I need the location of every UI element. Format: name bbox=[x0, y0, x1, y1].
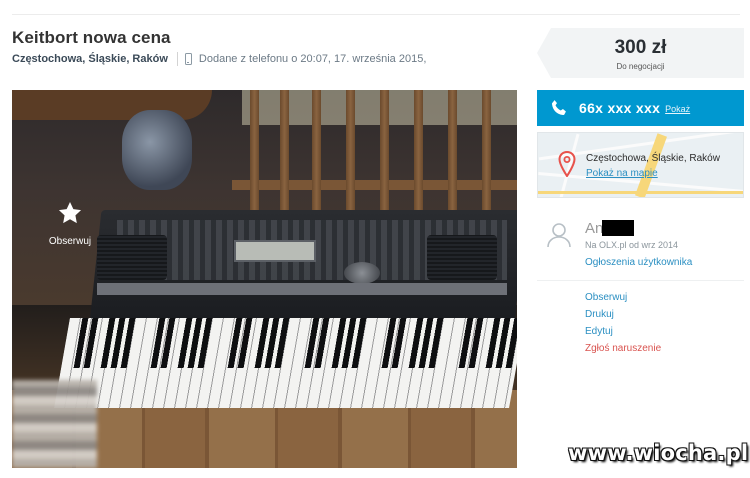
seller-ads-link[interactable]: Ogłoszenia użytkownika bbox=[585, 257, 692, 268]
mobile-phone-icon bbox=[184, 53, 192, 65]
name-redaction bbox=[602, 220, 634, 236]
listing-actions: Obserwuj Drukuj Edytuj Zgłoś naruszenie bbox=[585, 292, 661, 360]
edit-link[interactable]: Edytuj bbox=[585, 326, 661, 337]
price-box: 300 zł Do negocjacji bbox=[537, 28, 744, 78]
print-link[interactable]: Drukuj bbox=[585, 309, 661, 320]
map-preview[interactable]: Częstochowa, Śląskie, Raków Pokaż na map… bbox=[537, 132, 744, 198]
listing-photo[interactable]: Obserwuj bbox=[12, 90, 517, 468]
price: 300 zł bbox=[614, 37, 667, 58]
observe-label: Obserwuj bbox=[48, 236, 92, 247]
listing-location: Częstochowa, Śląskie, Raków bbox=[12, 53, 168, 65]
show-phone-button[interactable]: 66x xxx xxx Pokaż bbox=[537, 90, 744, 126]
sidebar-divider bbox=[537, 280, 744, 281]
seller-since: Na OLX.pl od wrz 2014 bbox=[585, 240, 679, 250]
price-negotiable: Do negocjacji bbox=[616, 62, 665, 71]
keyboard-display bbox=[234, 240, 316, 262]
watermark: www.wiocha.pl bbox=[568, 441, 749, 465]
show-on-map-link[interactable]: Pokaż na mapie bbox=[586, 168, 720, 179]
phone-number: 66x xxx xxx bbox=[579, 100, 661, 116]
listing-title: Keitbort nowa cena bbox=[12, 28, 171, 47]
location-pin-icon bbox=[558, 151, 576, 177]
star-icon bbox=[58, 201, 82, 224]
report-link[interactable]: Zgłoś naruszenie bbox=[585, 343, 661, 354]
observe-button[interactable]: Obserwuj bbox=[42, 200, 98, 247]
top-divider bbox=[12, 14, 740, 15]
user-icon bbox=[547, 223, 571, 248]
show-phone-link[interactable]: Pokaż bbox=[665, 104, 690, 114]
listing-added-date: Dodane z telefonu o 20:07, 17. września … bbox=[198, 53, 427, 65]
listing-meta: Częstochowa, Śląskie, Raków Dodane z tel… bbox=[12, 52, 426, 66]
meta-separator bbox=[176, 52, 178, 66]
observe-link[interactable]: Obserwuj bbox=[585, 292, 661, 303]
blurred-area bbox=[12, 380, 97, 468]
seller-name: An bbox=[585, 220, 604, 237]
map-location: Częstochowa, Śląskie, Raków Pokaż na map… bbox=[586, 153, 720, 179]
phone-icon bbox=[551, 100, 566, 116]
